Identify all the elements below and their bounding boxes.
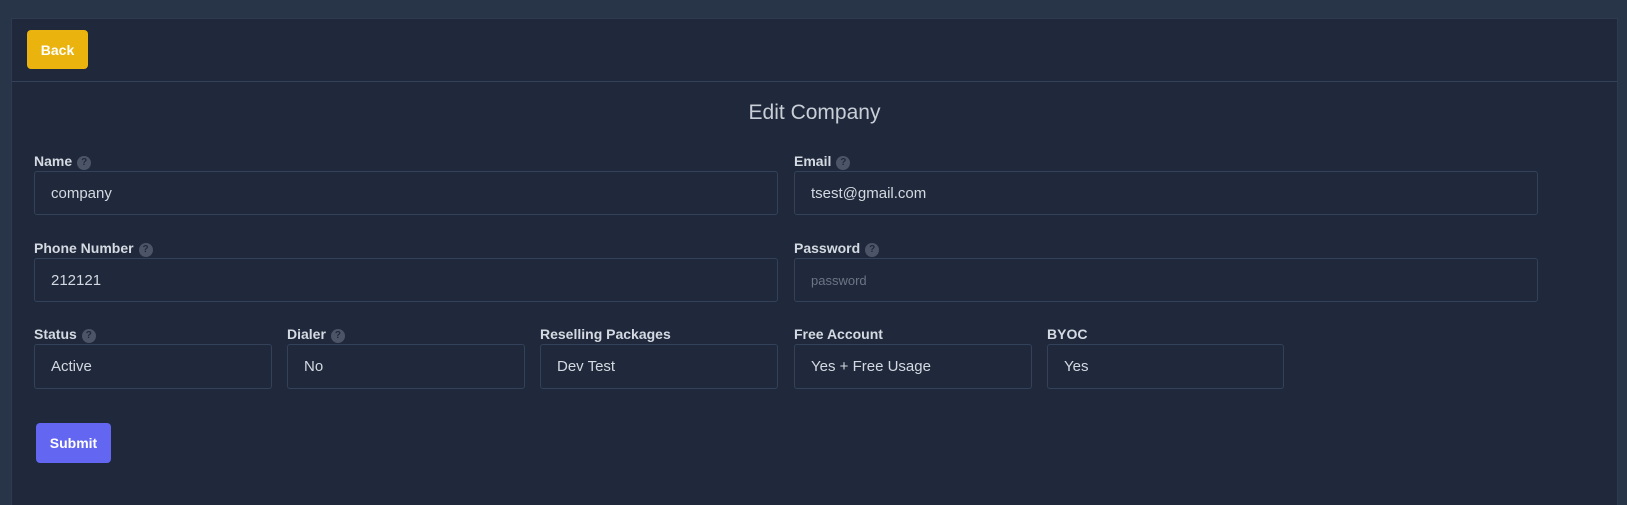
help-icon[interactable]: ?: [330, 328, 345, 343]
byoc-select[interactable]: Yes: [1047, 344, 1284, 389]
password-label: Password: [794, 240, 861, 256]
help-icon[interactable]: ?: [77, 155, 92, 170]
help-icon[interactable]: ?: [836, 155, 851, 170]
card-header: Back: [12, 19, 1617, 82]
dialer-field: Dialer ? No: [287, 325, 525, 390]
back-button[interactable]: Back: [27, 30, 88, 69]
page-title: Edit Company: [748, 101, 881, 124]
phone-input[interactable]: [34, 258, 778, 302]
password-input[interactable]: [794, 258, 1538, 302]
dialer-label: Dialer: [287, 326, 326, 342]
name-label: Name: [34, 153, 73, 169]
email-label: Email: [794, 153, 832, 169]
email-field: Email ?: [794, 152, 1538, 216]
edit-company-card: Back Edit Company Name ? Email ? Phone N…: [11, 18, 1618, 505]
free-account-field: Free Account Yes + Free Usage: [794, 325, 1032, 390]
reselling-packages-select[interactable]: Dev Test: [540, 344, 778, 389]
email-input[interactable]: [794, 171, 1538, 215]
password-field: Password ?: [794, 239, 1538, 303]
reselling-packages-label: Reselling Packages: [540, 326, 671, 342]
status-label: Status: [34, 326, 77, 342]
status-field: Status ? Active: [34, 325, 272, 390]
status-select[interactable]: Active: [34, 344, 272, 389]
dialer-select[interactable]: No: [287, 344, 525, 389]
help-icon[interactable]: ?: [865, 242, 880, 257]
submit-button[interactable]: Submit: [36, 423, 111, 463]
free-account-label: Free Account: [794, 326, 883, 342]
byoc-field: BYOC Yes: [1047, 325, 1284, 390]
name-field: Name ?: [34, 152, 778, 216]
phone-label: Phone Number: [34, 240, 134, 256]
free-account-select[interactable]: Yes + Free Usage: [794, 344, 1032, 389]
phone-field: Phone Number ?: [34, 239, 778, 303]
help-icon[interactable]: ?: [138, 242, 153, 257]
name-input[interactable]: [34, 171, 778, 215]
help-icon[interactable]: ?: [81, 328, 96, 343]
byoc-label: BYOC: [1047, 326, 1088, 342]
reselling-packages-field: Reselling Packages Dev Test: [540, 325, 778, 390]
